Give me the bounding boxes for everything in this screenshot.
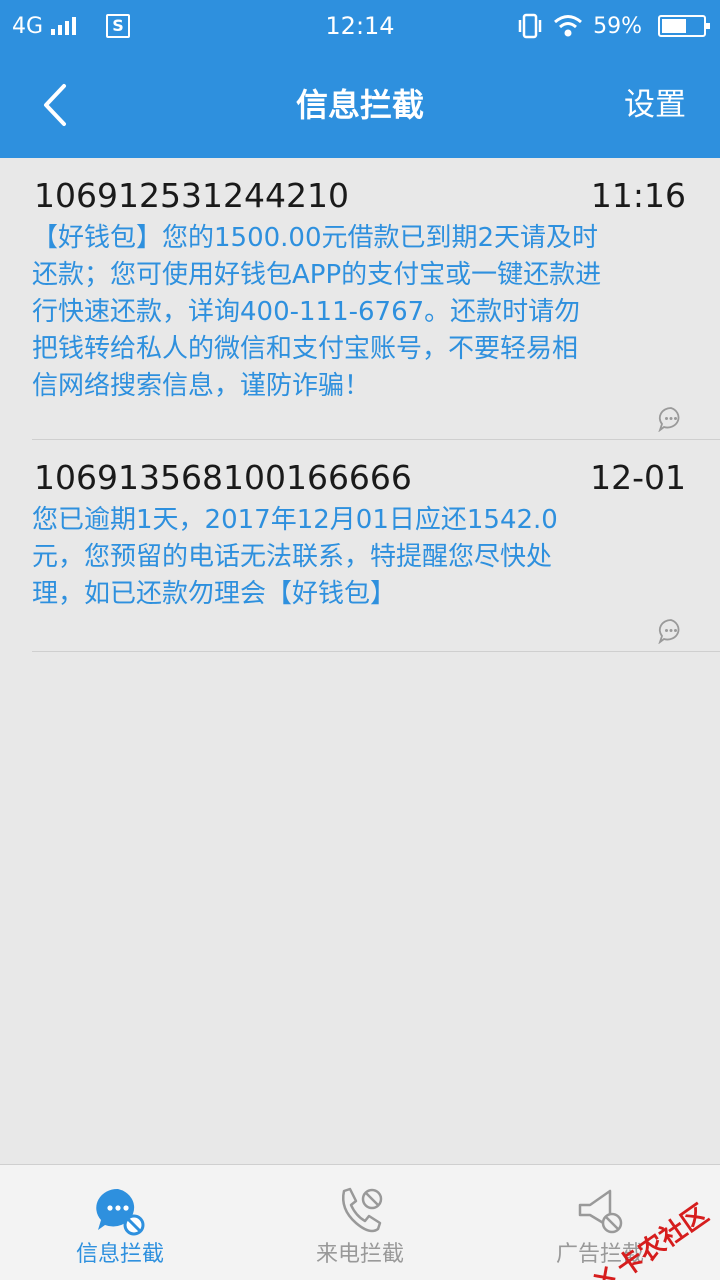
message-body: 【好钱包】您的1500.00元借款已到期2天请及时还款；您可使用好钱包APP的支… — [32, 223, 602, 401]
blocked-message-list: 106912531244210 11:16 【好钱包】您的1500.00元借款已… — [0, 158, 720, 652]
settings-button[interactable]: 设置 — [624, 82, 686, 128]
chat-bubble-icon[interactable] — [658, 618, 684, 644]
chat-bubble-icon[interactable] — [658, 406, 684, 432]
wifi-icon — [554, 15, 583, 37]
message-item[interactable]: 106912531244210 11:16 【好钱包】您的1500.00元借款已… — [32, 158, 720, 440]
page-title: 信息拦截 — [295, 86, 424, 124]
message-time: 12-01 — [590, 458, 686, 497]
battery-fill — [662, 19, 686, 33]
tab-message-block[interactable]: 信息拦截 — [0, 1165, 240, 1280]
status-bar: 4G S 12:14 59% — [0, 0, 720, 52]
tab-label: 来电拦截 — [315, 1242, 404, 1267]
vibrate-icon — [518, 13, 542, 39]
message-sender: 106912531244210 — [34, 176, 349, 215]
call-block-icon — [342, 1187, 383, 1233]
battery-icon — [658, 15, 710, 37]
ad-block-icon — [578, 1189, 623, 1234]
tab-call-block[interactable]: 来电拦截 — [240, 1165, 480, 1280]
message-body: 您已逾期1天，2017年12月01日应还1542.0元，您预留的电话无法联系，特… — [32, 505, 558, 609]
message-block-icon — [96, 1188, 145, 1236]
status-right: 59% — [517, 10, 710, 42]
message-item[interactable]: 106913568100166666 12-01 您已逾期1天，2017年12月… — [32, 440, 720, 652]
message-time: 11:16 — [590, 176, 686, 215]
message-sender: 106913568100166666 — [34, 458, 412, 497]
tab-label: 信息拦截 — [75, 1242, 164, 1267]
battery-percent: 59% — [593, 13, 642, 39]
app-header: 信息拦截 设置 — [0, 52, 720, 158]
